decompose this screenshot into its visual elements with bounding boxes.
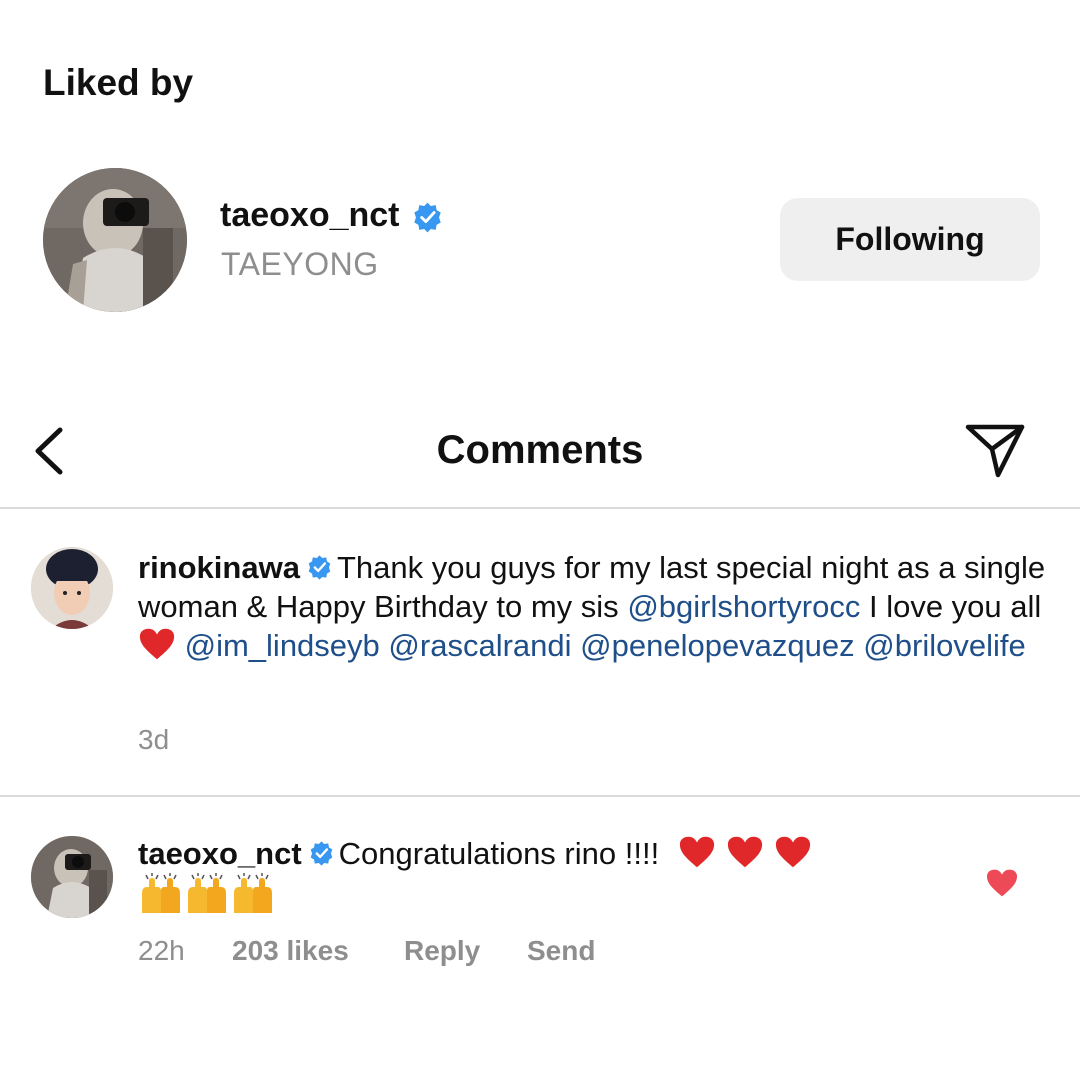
send-button[interactable]: Send xyxy=(527,935,595,967)
mention-link[interactable]: @bgirlshortyrocc xyxy=(627,589,860,624)
comment-text: I love you all xyxy=(868,589,1042,624)
profile-photo xyxy=(31,836,113,918)
avatar[interactable] xyxy=(31,836,113,918)
comment-timestamp: 22h xyxy=(138,935,185,966)
mention-link[interactable]: @rascalrandi xyxy=(388,628,571,663)
verified-badge-icon xyxy=(310,841,332,866)
avatar[interactable] xyxy=(43,168,187,312)
red-heart-emoji-icon xyxy=(679,836,714,868)
verified-badge-icon xyxy=(308,555,331,580)
red-heart-emoji-icon xyxy=(139,628,175,660)
following-button[interactable]: Following xyxy=(780,198,1040,281)
likes-count[interactable]: 203 likes xyxy=(232,935,404,967)
paper-plane-icon[interactable] xyxy=(964,421,1026,479)
raising-hands-emoji-icon xyxy=(142,873,180,913)
red-heart-emoji-icon xyxy=(727,836,762,868)
comment-username[interactable]: rinokinawa xyxy=(138,550,300,585)
liked-user-fullname: TAEYONG xyxy=(221,246,379,282)
comment-text: Congratulations rino !!!! xyxy=(338,836,660,871)
liked-user-username[interactable]: taeoxo_nct xyxy=(220,196,400,235)
page-title: Comments xyxy=(436,428,644,472)
mention-link[interactable]: @brilovelife xyxy=(863,628,1025,663)
comment-actions: 22h 203 likes Reply Send xyxy=(138,935,595,967)
mention-link[interactable]: @im_lindseyb xyxy=(185,628,380,663)
comment-body: rinokinawa Thank you guys for my last spe… xyxy=(138,548,1053,665)
red-heart-emoji-icon xyxy=(775,836,810,868)
mention-link[interactable]: @penelopevazquez xyxy=(580,628,855,663)
profile-photo xyxy=(43,168,187,312)
heart-icon[interactable] xyxy=(985,868,1019,898)
comment-body: taeoxo_nct Congratulations rino !!!! xyxy=(138,834,918,920)
profile-photo xyxy=(31,547,113,629)
liked-by-title: Liked by xyxy=(43,62,194,103)
divider xyxy=(0,507,1080,509)
comment-username[interactable]: taeoxo_nct xyxy=(138,836,302,871)
avatar[interactable] xyxy=(31,547,113,629)
verified-badge-icon xyxy=(414,202,441,233)
raising-hands-emoji-icon xyxy=(234,873,272,913)
raising-hands-emoji-icon xyxy=(188,873,226,913)
divider xyxy=(0,795,1080,797)
comment-timestamp: 3d xyxy=(138,724,170,755)
reply-button[interactable]: Reply xyxy=(404,935,527,967)
